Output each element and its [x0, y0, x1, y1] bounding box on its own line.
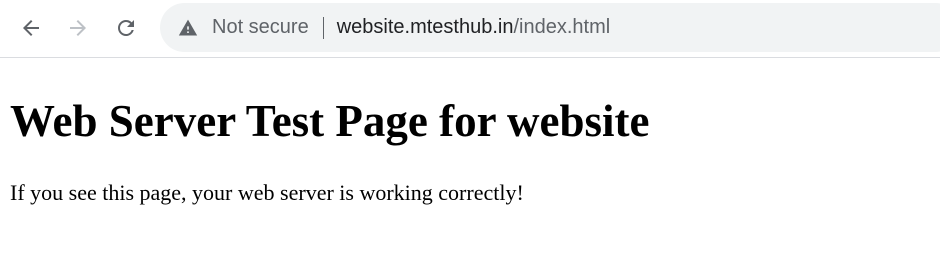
omnibox-separator — [322, 16, 324, 39]
security-indicator[interactable]: Not secure — [178, 3, 309, 52]
page-heading: Web Server Test Page for website — [10, 96, 650, 146]
page-message: If you see this page, your web server is… — [10, 180, 524, 205]
reload-icon — [118, 20, 134, 36]
address-bar[interactable]: Not secure website.mtesthub.in/index.htm… — [160, 3, 940, 52]
page-content: Web Server Test Page for website If you … — [0, 59, 940, 264]
forward-button[interactable] — [59, 9, 97, 47]
back-button[interactable] — [12, 9, 50, 47]
browser-toolbar: Not secure website.mtesthub.in/index.htm… — [0, 0, 940, 58]
arrow-right-icon — [70, 20, 86, 36]
url-host: website.mtesthub.in — [336, 16, 514, 38]
url-path: /index.html — [513, 16, 611, 38]
url-text[interactable]: website.mtesthub.in/index.html — [337, 16, 610, 39]
warning-triangle-icon — [178, 19, 198, 35]
reload-button[interactable] — [107, 9, 145, 47]
arrow-left-icon — [23, 20, 39, 36]
not-secure-label: Not secure — [212, 16, 309, 38]
